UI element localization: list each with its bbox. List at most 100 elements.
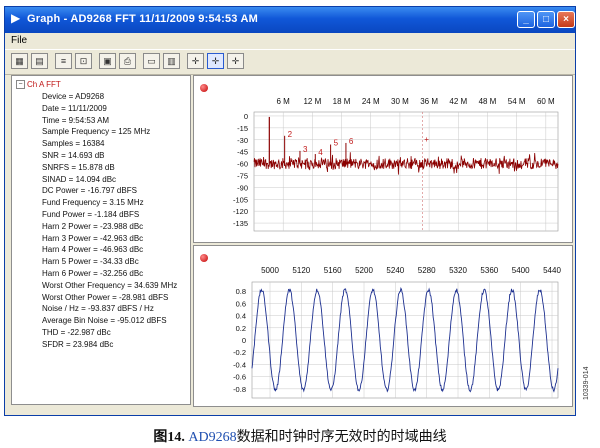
y-tick-label: -90: [237, 183, 248, 192]
caption-prefix: 图14.: [153, 430, 185, 445]
tree-item[interactable]: Harn 6 Power = -32.256 dBc: [42, 269, 143, 278]
tree-item[interactable]: DC Power = -16.797 dBFS: [42, 186, 137, 195]
harmonic-label: 2: [288, 130, 293, 139]
x-tick-label: 36 M: [420, 97, 438, 106]
x-tick-label: 5000: [261, 266, 279, 275]
open-icon[interactable]: ▦: [11, 53, 28, 69]
y-tick-label: -120: [233, 207, 248, 216]
tree-item[interactable]: Device = AD9268: [42, 92, 104, 101]
harmonic-label: 4: [318, 148, 323, 157]
save-icon[interactable]: ▣: [99, 53, 116, 69]
y-tick-label: -135: [233, 219, 248, 228]
menu-bar: File: [5, 33, 575, 49]
tree-item[interactable]: SINAD = 14.094 dBc: [42, 175, 116, 184]
pan-cross-icon[interactable]: ✛: [227, 53, 244, 69]
figure-caption: 图14. AD9268数据和时钟时序无效时的时域曲线: [0, 426, 600, 446]
harmonic-label: 5: [334, 139, 339, 148]
x-tick-label: 5440: [543, 266, 561, 275]
maximize-button[interactable]: □: [537, 11, 555, 28]
close-button[interactable]: ×: [557, 11, 575, 28]
x-tick-label: 18 M: [333, 97, 351, 106]
time-plot-pane[interactable]: 5000 5120 5160 5200 5240 5280 5320 5360 5400 5440…: [193, 245, 573, 407]
tree-item[interactable]: Worst Other Frequency = 34.639 MHz: [42, 281, 177, 290]
toolbar: ▦ ▤ ≡ ⊡ ▣ ⎙ ▭ ▥ ✛ ✛ ✛: [5, 49, 575, 75]
x-tick-label: 54 M: [508, 97, 526, 106]
cursor-cross-icon[interactable]: ✛: [187, 53, 204, 69]
y-tick-label: 0.2: [236, 324, 246, 333]
y-tick-label: -0.6: [233, 373, 246, 382]
x-tick-label: 48 M: [479, 97, 497, 106]
y-tick-label: -0.8: [233, 385, 246, 394]
fft-plot-pane[interactable]: 6 M 12 M 18 M 24 M 30 M 36 M 42 M 48 M 54 M 60 M 0…: [193, 75, 573, 243]
tree-item[interactable]: SFDR = 23.984 dBc: [42, 340, 113, 349]
y-tick-label: 0.6: [236, 299, 246, 308]
tree-item[interactable]: Sample Frequency = 125 MHz: [42, 127, 150, 136]
x-tick-label: 42 M: [449, 97, 467, 106]
y-tick-label: -0.2: [233, 348, 246, 357]
y-tick-label: 0: [244, 112, 248, 121]
caption-text: 数据和时钟时序无效时的时域曲线: [236, 430, 447, 445]
tree-item[interactable]: Worst Other Power = -28.981 dBFS: [42, 293, 168, 302]
tree-item[interactable]: SNR = 14.693 dB: [42, 151, 104, 160]
tree-item[interactable]: THD = -22.987 dBc: [42, 328, 111, 337]
y-tick-label: -105: [233, 195, 248, 204]
x-tick-label: 5240: [386, 266, 404, 275]
tree-item[interactable]: Noise / Hz = -93.837 dBFS / Hz: [42, 304, 154, 313]
y-tick-label: 0.4: [236, 312, 246, 321]
y-tick-label: -30: [237, 136, 248, 145]
app-icon: ▶: [11, 11, 21, 25]
export-icon[interactable]: ▤: [31, 53, 48, 69]
x-tick-label: 5320: [449, 266, 467, 275]
x-tick-label: 60 M: [537, 97, 555, 106]
y-tick-label: -45: [237, 148, 248, 157]
y-tick-label: -15: [237, 124, 248, 133]
harmonic-label: 3: [303, 145, 308, 154]
harmonic-label: 6: [349, 137, 354, 146]
fft-chart[interactable]: 6 M 12 M 18 M 24 M 30 M 36 M 42 M 48 M 54 M 60 M 0…: [194, 76, 572, 242]
x-tick-label: 12 M: [303, 97, 321, 106]
tree-item[interactable]: Samples = 16384: [42, 139, 105, 148]
caption-part-number: AD9268: [188, 430, 237, 445]
collapse-icon[interactable]: −: [16, 80, 25, 90]
zoom-cross-icon[interactable]: ✛: [207, 53, 224, 69]
figure-id: 10339-014: [583, 366, 590, 400]
tree-item[interactable]: Date = 11/11/2009: [42, 104, 107, 113]
print-icon[interactable]: ⎙: [119, 53, 136, 69]
y-tick-label: 0: [242, 336, 246, 345]
menu-file[interactable]: File: [11, 35, 27, 46]
worst-other-marker: +: [424, 135, 429, 144]
y-tick-label: -75: [237, 171, 248, 180]
tree-item[interactable]: Fund Frequency = 3.15 MHz: [42, 198, 144, 207]
tree-item[interactable]: SNRFS = 15.878 dB: [42, 163, 115, 172]
list-icon[interactable]: ≡: [55, 53, 72, 69]
x-tick-label: 5160: [324, 266, 342, 275]
tree-root[interactable]: − Ch A FFT: [16, 80, 61, 90]
x-tick-label: 24 M: [362, 97, 380, 106]
tree-item[interactable]: Harn 4 Power = -46.963 dBc: [42, 245, 143, 254]
tree-root-label: Ch A FFT: [27, 80, 61, 89]
tree-item[interactable]: Time = 9:54:53 AM: [42, 116, 109, 125]
title-bar[interactable]: ▶ Graph - AD9268 FFT 11/11/2009 9:54:53 …: [5, 7, 575, 33]
tree-item[interactable]: Harn 3 Power = -42.963 dBc: [42, 234, 143, 243]
x-tick-label: 5200: [355, 266, 373, 275]
x-tick-label: 6 M: [277, 97, 291, 106]
tree-item[interactable]: Harn 5 Power = -34.33 dBc: [42, 257, 139, 266]
y-tick-label: -0.4: [233, 360, 246, 369]
graph-window: ▶ Graph - AD9268 FFT 11/11/2009 9:54:53 …: [4, 6, 576, 416]
y-tick-label: -60: [237, 160, 248, 169]
x-tick-label: 5360: [480, 266, 498, 275]
window-icon[interactable]: ⊡: [75, 53, 92, 69]
tree-item[interactable]: Fund Power = -1.184 dBFS: [42, 210, 139, 219]
time-domain-chart[interactable]: 5000 5120 5160 5200 5240 5280 5320 5360 5400 5440…: [194, 246, 572, 406]
tree-item[interactable]: Average Bin Noise = -95.012 dBFS: [42, 316, 167, 325]
y-tick-label: 0.8: [236, 287, 246, 296]
x-tick-label: 5400: [512, 266, 530, 275]
window-title: Graph - AD9268 FFT 11/11/2009 9:54:53 AM: [27, 13, 258, 25]
plot-area: [253, 111, 559, 232]
note-icon[interactable]: ▭: [143, 53, 160, 69]
minimize-button[interactable]: _: [517, 11, 535, 28]
results-tree[interactable]: − Ch A FFT Device = AD9268 Date = 11/11/20…: [11, 75, 191, 405]
tree-item[interactable]: Harn 2 Power = -23.988 dBc: [42, 222, 143, 231]
x-tick-label: 5120: [292, 266, 310, 275]
table-icon[interactable]: ▥: [163, 53, 180, 69]
